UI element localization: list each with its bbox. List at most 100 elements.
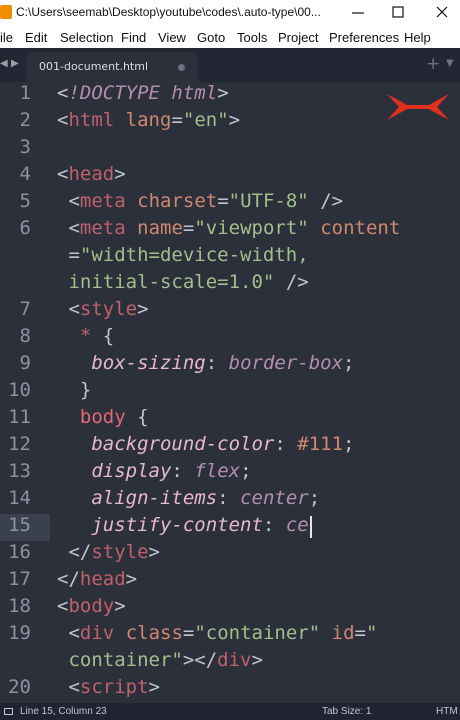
code-token: : — [171, 460, 183, 482]
code-line: justify-content: ce — [57, 514, 308, 536]
tab-size[interactable]: Tab Size: 1 — [322, 706, 371, 717]
code-line: <meta name="viewport" content — [57, 217, 400, 239]
tab-scroll-right-icon[interactable]: ▶ — [11, 58, 19, 69]
line-number: 8 — [19, 325, 31, 347]
code-token: < — [57, 109, 69, 131]
code-token: center — [240, 487, 309, 509]
vertical-scrollbar[interactable] — [452, 92, 457, 692]
code-token: /> — [320, 190, 344, 212]
code-token: name — [137, 217, 183, 239]
code-line: display: flex; — [57, 460, 251, 482]
code-token: align-items — [91, 487, 218, 509]
code-token: "container" — [194, 622, 321, 644]
code-token: > — [137, 298, 149, 320]
code-token: : — [262, 514, 275, 536]
code-line: <script> — [57, 676, 160, 698]
code-token: > — [114, 595, 126, 617]
sublime-icon — [0, 5, 12, 19]
menu-preferences[interactable]: Preferences — [329, 30, 399, 45]
line-number: 1 — [19, 82, 31, 104]
maximize-button[interactable] — [386, 2, 410, 24]
tab-menu-icon[interactable]: ▼ — [446, 58, 454, 69]
code-line: background-color: #111; — [57, 433, 354, 455]
new-tab-icon[interactable]: + — [426, 54, 440, 74]
code-line: * { — [57, 325, 114, 347]
code-token: class — [125, 622, 183, 644]
tab-scroll-left-icon[interactable]: ◀ — [0, 58, 8, 69]
close-icon — [436, 6, 448, 18]
line-number: 16 — [8, 541, 31, 563]
code-editor[interactable]: 1 <!DOCTYPE html> 2 <html lang="en"> 3 4 <head… — [0, 82, 460, 703]
code-token: "viewport" — [194, 217, 309, 239]
code-token: border-box — [228, 352, 344, 374]
code-token: initial-scale=1.0" — [68, 271, 275, 293]
minimize-button[interactable] — [346, 2, 370, 24]
tab-close-dot-icon[interactable] — [178, 64, 185, 71]
code-token: : — [217, 487, 229, 509]
menu-view[interactable]: View — [158, 30, 186, 45]
code-token: > — [217, 82, 229, 104]
syntax-mode[interactable]: HTM — [436, 706, 458, 717]
menu-file[interactable]: ile — [0, 30, 13, 45]
status-bar: Line 15, Column 23 Tab Size: 1 HTM — [0, 703, 460, 720]
code-token: > — [148, 541, 160, 563]
code-token: : — [205, 352, 218, 374]
tab-001-document[interactable]: 001-document.html — [26, 52, 198, 82]
code-token: > — [125, 568, 138, 590]
line-number: 12 — [8, 433, 31, 455]
code-token: meta — [79, 190, 126, 212]
code-line: container"></div> — [57, 649, 263, 671]
code-line: initial-scale=1.0" /> — [57, 271, 308, 293]
code-token: </ — [68, 541, 92, 563]
menu-goto[interactable]: Goto — [197, 30, 225, 45]
code-token: : — [274, 433, 286, 455]
menu-help[interactable]: Help — [404, 30, 431, 45]
line-number: 3 — [19, 136, 31, 158]
code-line: <body> — [57, 595, 126, 617]
code-line: align-items: center; — [57, 487, 320, 509]
code-token: > — [228, 109, 241, 131]
code-token: background-color — [91, 433, 275, 455]
code-token: < — [57, 595, 69, 617]
code-token: div — [79, 622, 115, 644]
code-line: </head> — [57, 568, 137, 590]
menu-edit[interactable]: Edit — [25, 30, 47, 45]
code-token: < — [68, 217, 80, 239]
code-line: } — [57, 379, 91, 401]
menu-find[interactable]: Find — [121, 30, 146, 45]
code-token: id — [331, 622, 355, 644]
code-token: meta — [79, 217, 126, 239]
menu-bar: ile Edit Selection Find View Goto Tools … — [0, 26, 460, 48]
menu-tools[interactable]: Tools — [237, 30, 267, 45]
close-button[interactable] — [430, 2, 454, 24]
code-token: html — [171, 82, 218, 104]
menu-project[interactable]: Project — [278, 30, 318, 45]
line-number: 11 — [8, 406, 31, 428]
code-token: lang — [125, 109, 172, 131]
panel-toggle-icon[interactable] — [4, 708, 13, 715]
title-bar: C:\Users\seemab\Desktop\youtube\codes\.a… — [0, 0, 460, 26]
tab-label: 001-document.html — [39, 60, 149, 73]
code-line: <div class="container" id=" — [57, 622, 377, 644]
line-number: 20 — [8, 676, 31, 698]
maximize-icon — [392, 6, 404, 18]
code-line: <style> — [57, 298, 149, 320]
menu-selection[interactable]: Selection — [60, 30, 113, 45]
code-token: style — [91, 541, 149, 563]
code-token: < — [57, 82, 69, 104]
